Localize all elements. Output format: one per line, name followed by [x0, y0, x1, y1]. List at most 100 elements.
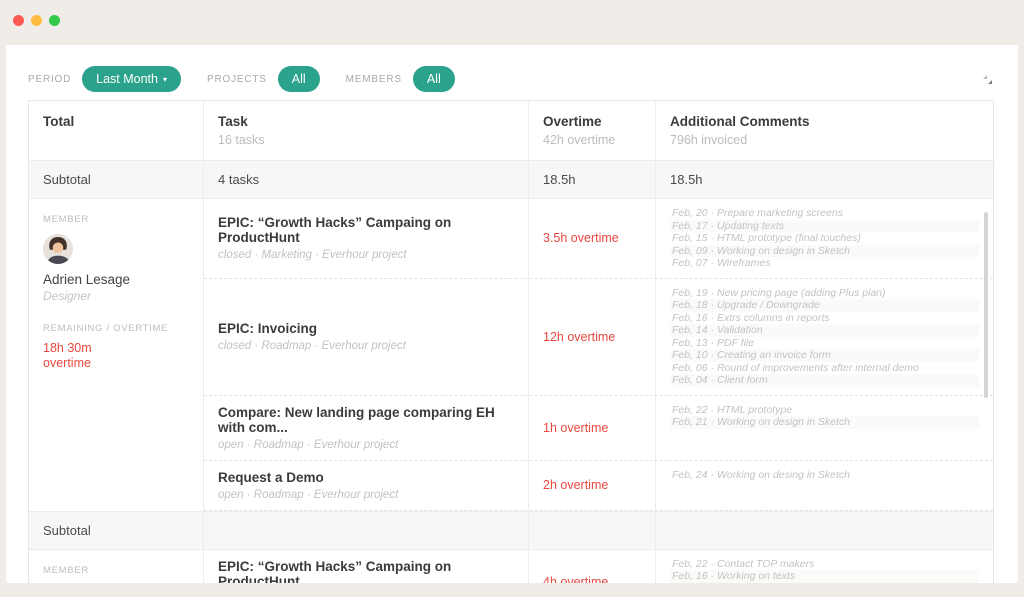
- task-title[interactable]: EPIC: Invoicing: [218, 321, 406, 336]
- task-title[interactable]: EPIC: “Growth Hacks” Campaing on Product…: [218, 215, 514, 245]
- task-meta: closed · Marketing · Everhour project: [218, 249, 407, 262]
- task-cell: EPIC: “Growth Hacks” Campaing on Product…: [204, 199, 529, 278]
- task-info: EPIC: “Growth Hacks” Campaing on Product…: [218, 215, 514, 261]
- member-group: MEMBER Adrien Lesage Designer REMAINING / O…: [29, 199, 993, 512]
- subtotal-tasks: 4 tasks: [204, 161, 529, 198]
- header-comments: Additional Comments 796h invoiced: [656, 101, 993, 160]
- comment-line: Feb, 21 · Working on design in Sketch: [670, 416, 979, 429]
- comment-line: Feb, 17 · Updating texts: [670, 219, 979, 232]
- period-label: PERIOD: [28, 73, 72, 85]
- task-cell: EPIC: “Growth Hacks” Campaing on Product…: [204, 549, 529, 584]
- task-title[interactable]: Compare: New landing page comparing EH w…: [218, 405, 514, 435]
- comment-line: Feb, 24 · Working on desing in Sketch: [672, 468, 851, 481]
- remaining-overtime-value: 18h 30m: [43, 341, 92, 355]
- task-comments: Feb, 22 · Contact TOP makers Feb, 16 · Wo…: [656, 550, 993, 584]
- dropdown-caret-icon: ▾: [162, 75, 167, 84]
- remaining-overtime-unit: overtime: [43, 356, 91, 370]
- comment-line: Feb, 13 · PDF file: [672, 336, 755, 349]
- task-title[interactable]: Request a Demo: [218, 470, 398, 485]
- minimize-window-button[interactable]: [31, 15, 42, 26]
- task-meta: closed · Roadmap · Everhour project: [218, 340, 406, 352]
- comment-line: Feb, 07 · Wireframes: [672, 257, 771, 269]
- task-info: Compare: New landing page comparing EH w…: [218, 405, 514, 451]
- header-total: Total: [29, 101, 204, 160]
- header-task-title: Task: [218, 114, 248, 129]
- comment-line: Feb, 15 · HTML prototype (final touches): [672, 232, 861, 244]
- projects-label: PROJECTS: [207, 73, 267, 85]
- task-comments: Feb, 19 · New pricing page (adding Plus …: [656, 279, 993, 395]
- comment-line: Feb, 04 · Client form: [670, 374, 979, 387]
- member-role: Designer: [43, 289, 92, 303]
- comment-line: Feb, 16 · Working on texts: [670, 570, 979, 583]
- task-row: EPIC: Invoicing closed · Roadmap · Everho…: [204, 278, 993, 396]
- task-comments: Feb, 22 · HTML prototype Feb, 21 · Workin…: [656, 396, 993, 460]
- zoom-window-button[interactable]: [49, 15, 60, 26]
- task-title[interactable]: EPIC: “Growth Hacks” Campaing on Product…: [218, 559, 514, 584]
- subtotal-row: Subtotal 4 tasks 18.5h 18.5h: [29, 161, 993, 199]
- comment-line: Feb, 09 · Working on design in Sketch: [670, 244, 979, 257]
- task-cell: Request a Demo open · Roadmap · Everhour …: [204, 460, 529, 510]
- header-task: Task 16 tasks: [204, 101, 529, 160]
- task-cell: Compare: New landing page comparing EH w…: [204, 395, 529, 460]
- member-cell: MEMBER Adrien Lesage Designer REMAINING / O…: [29, 199, 204, 511]
- member-label: MEMBER: [43, 564, 89, 576]
- table-body: Subtotal 4 tasks 18.5h 18.5h MEMBER Adrien Le…: [29, 161, 993, 583]
- header-total-title: Total: [43, 114, 75, 129]
- comment-line: Feb, 16 · Extrs columns in reports: [672, 311, 830, 324]
- task-meta: open · Roadmap · Everhour project: [218, 488, 399, 501]
- member-label: MEMBER: [43, 214, 89, 225]
- task-comments: Feb, 20 · Prepare marketing screens Feb, …: [656, 199, 993, 278]
- projects-filter-button[interactable]: All: [277, 65, 320, 93]
- comment-line: Feb, 22 · HTML prototype: [672, 403, 793, 416]
- comment-line: Feb, 19 · New pricing page (adding Plus …: [672, 286, 886, 299]
- member-cell: MEMBERJulien KernechMarketing Manager: [29, 549, 204, 583]
- tasks-column: EPIC: “Growth Hacks” Campaing on Product…: [204, 549, 993, 584]
- period-value: Last Month: [96, 71, 158, 86]
- task-info: EPIC: Invoicing closed · Roadmap · Everho…: [218, 321, 406, 352]
- subtotal-overtime: [529, 511, 656, 549]
- task-overtime: 2h overtime: [529, 460, 656, 510]
- comments-scrollbar[interactable]: [984, 212, 988, 398]
- resize-icon[interactable]: [977, 69, 998, 90]
- task-overtime: 1h overtime: [529, 395, 656, 460]
- task-row: Request a Demo open · Roadmap · Everhour …: [204, 460, 993, 511]
- members-value: All: [426, 71, 441, 86]
- comment-line: Feb, 18 · Upgrade / Downgrade: [670, 299, 979, 312]
- header-task-subtitle: 16 tasks: [218, 133, 265, 147]
- table-header-row: Total Task 16 tasks Overtime 42h overtim…: [29, 101, 993, 161]
- member-name: Adrien Lesage: [43, 272, 131, 287]
- comment-line: Feb, 06 · Round of improvements after in…: [672, 361, 919, 374]
- comment-line: Feb, 22 · Contact TOP makers: [672, 557, 815, 570]
- avatar: [43, 234, 73, 264]
- tasks-column: EPIC: “Growth Hacks” Campaing on Product…: [204, 199, 993, 511]
- subtotal-label: Subtotal: [29, 161, 204, 198]
- header-overtime-subtitle: 42h overtime: [543, 133, 616, 147]
- header-overtime-title: Overtime: [543, 114, 602, 129]
- comment-line: Feb, 20 · Prepare marketing screens: [672, 207, 843, 219]
- close-window-button[interactable]: [13, 15, 24, 26]
- subtotal-label: Subtotal: [29, 511, 204, 549]
- task-overtime: 3.5h overtime: [529, 199, 656, 278]
- subtotal-row: Subtotal: [29, 511, 993, 550]
- comment-line: Feb, 10 · Creating an invoice form: [670, 349, 979, 362]
- subtotal-overtime: 18.5h: [529, 161, 656, 198]
- period-filter-button[interactable]: Last Month ▾: [82, 65, 181, 93]
- task-info: EPIC: “Growth Hacks” Campaing on Product…: [218, 559, 514, 584]
- task-cell: EPIC: Invoicing closed · Roadmap · Everho…: [204, 278, 529, 395]
- members-filter-button[interactable]: All: [412, 65, 455, 93]
- task-overtime: 4h overtime: [529, 549, 656, 583]
- filter-bar: PERIOD Last Month ▾ PROJECTS All MEMBERS…: [6, 45, 1018, 93]
- task-overtime: 12h overtime: [529, 278, 656, 395]
- header-comments-title: Additional Comments: [670, 114, 810, 129]
- report-table: Total Task 16 tasks Overtime 42h overtim…: [28, 100, 994, 583]
- subtotal-comments: 18.5h: [670, 172, 703, 187]
- comment-line: Feb, 14 · Validation: [670, 324, 979, 337]
- task-row: EPIC: “Growth Hacks” Campaing on Product…: [204, 199, 993, 279]
- header-overtime: Overtime 42h overtime: [529, 101, 656, 160]
- task-meta: open · Roadmap · Everhour project: [218, 438, 399, 451]
- member-group: MEMBERJulien KernechMarketing Manager EPI…: [29, 549, 993, 584]
- remaining-overtime-label: REMAINING / OVERTIME: [43, 323, 169, 334]
- task-row: EPIC: “Growth Hacks” Campaing on Product…: [204, 549, 993, 584]
- members-label: MEMBERS: [345, 73, 402, 85]
- window-controls: [13, 15, 60, 26]
